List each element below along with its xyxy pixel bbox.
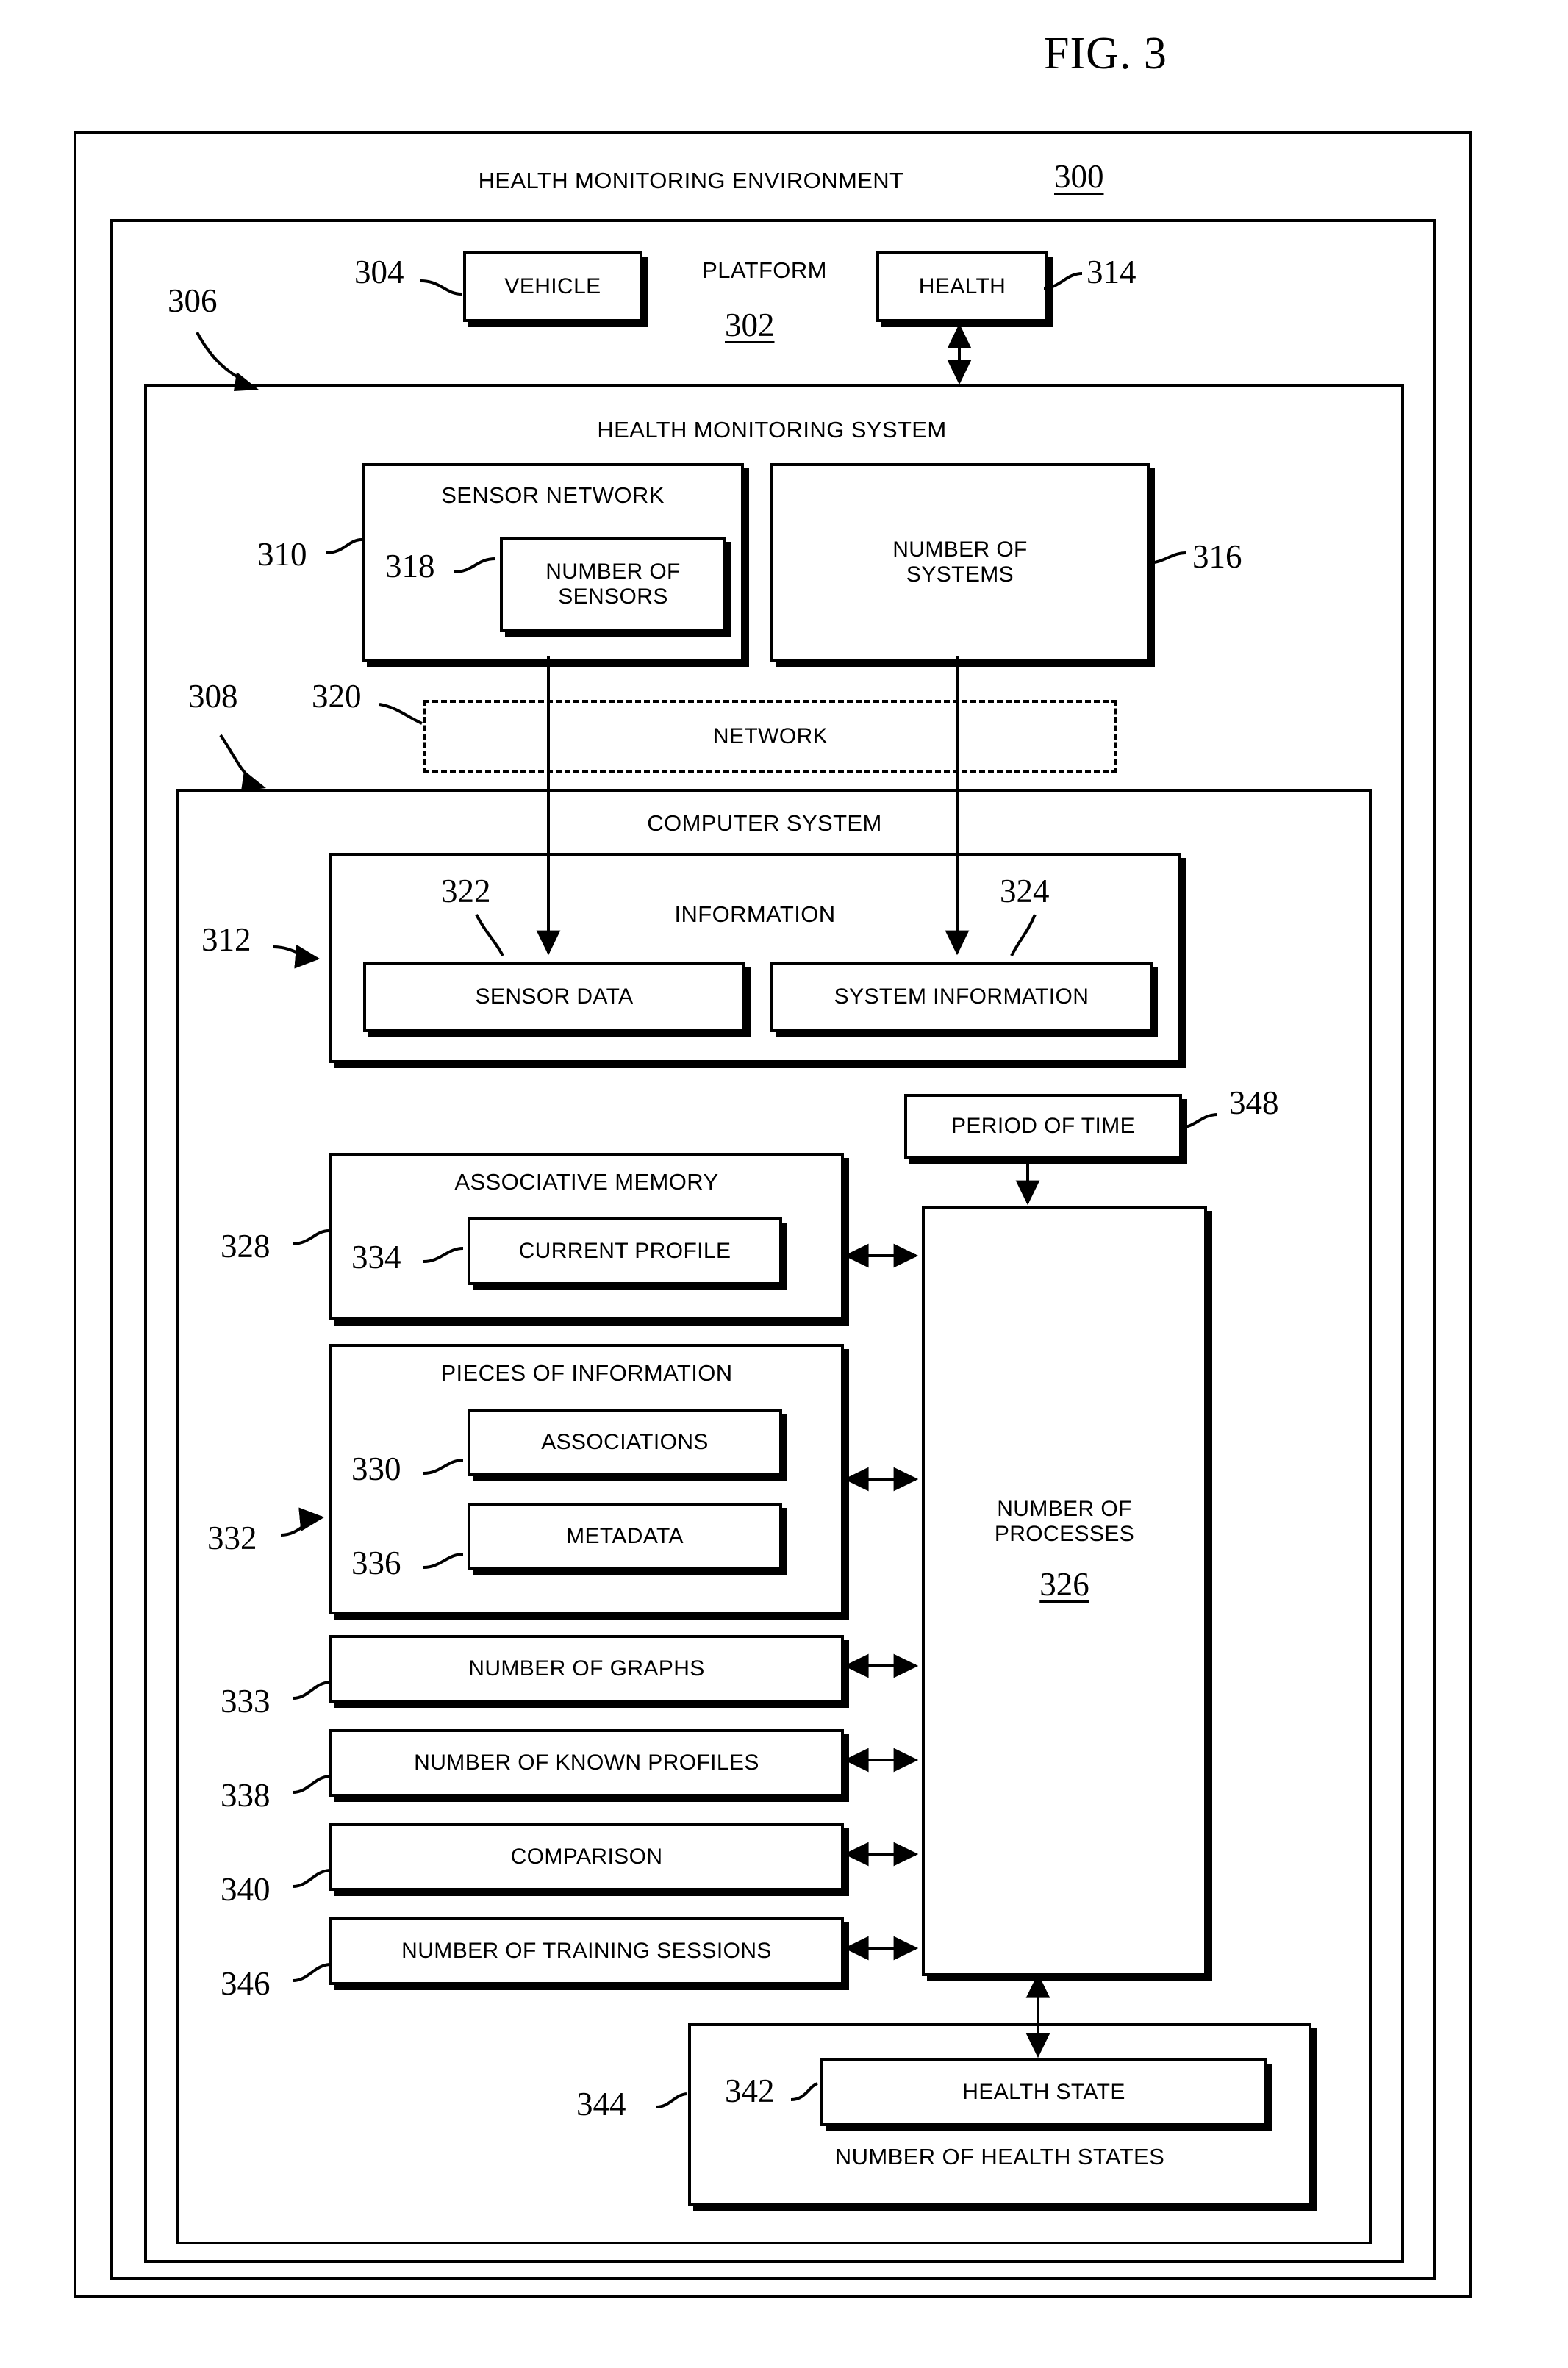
network-ref: 320 <box>312 678 362 715</box>
current-profile-ref: 334 <box>351 1239 401 1276</box>
sensor-data-box[interactable]: SENSOR DATA <box>363 962 745 1032</box>
number-of-systems-label: NUMBER OF SYSTEMS <box>892 537 1028 587</box>
period-of-time-ref: 348 <box>1229 1084 1279 1121</box>
sensor-network-title: SENSOR NETWORK <box>441 482 665 508</box>
comparison-ref: 340 <box>221 1871 271 1908</box>
number-of-systems-box[interactable]: NUMBER OF SYSTEMS <box>770 463 1150 662</box>
number-of-training-sessions-ref: 346 <box>221 1965 271 2002</box>
number-of-known-profiles-box[interactable]: NUMBER OF KNOWN PROFILES <box>329 1729 844 1797</box>
platform-title: PLATFORM <box>702 257 827 283</box>
associations-ref: 330 <box>351 1451 401 1487</box>
health-monitoring-system-title: HEALTH MONITORING SYSTEM <box>597 417 947 443</box>
network-box[interactable]: NETWORK <box>423 700 1117 773</box>
system-information-box[interactable]: SYSTEM INFORMATION <box>770 962 1153 1032</box>
system-information-ref: 324 <box>1000 873 1050 909</box>
figure-title: FIG. 3 <box>1044 28 1167 79</box>
number-of-processes-ref: 326 <box>1039 1566 1089 1603</box>
current-profile-box[interactable]: CURRENT PROFILE <box>468 1217 782 1285</box>
pieces-of-information-title: PIECES OF INFORMATION <box>440 1360 733 1386</box>
number-of-processes-line2: PROCESSES <box>994 1521 1135 1546</box>
environment-title: HEALTH MONITORING ENVIRONMENT <box>478 168 904 193</box>
number-of-training-sessions-box[interactable]: NUMBER OF TRAINING SESSIONS <box>329 1917 844 1985</box>
computer-system-ref: 308 <box>188 678 238 715</box>
health-box[interactable]: HEALTH <box>876 251 1048 322</box>
number-of-sensors-box[interactable]: NUMBER OF SENSORS <box>500 537 726 632</box>
sensor-network-ref: 310 <box>257 536 307 573</box>
associative-memory-box[interactable]: ASSOCIATIVE MEMORY CURRENT PROFILE <box>329 1153 844 1320</box>
platform-ref: 302 <box>725 307 775 343</box>
metadata-ref: 336 <box>351 1545 401 1581</box>
number-of-processes-box[interactable]: NUMBER OF PROCESSES 326 <box>922 1206 1207 1976</box>
vehicle-ref: 304 <box>354 254 404 290</box>
number-of-known-profiles-ref: 338 <box>221 1777 271 1814</box>
metadata-box[interactable]: METADATA <box>468 1503 782 1570</box>
number-of-health-states-ref: 344 <box>576 2086 626 2122</box>
health-monitoring-system-ref: 306 <box>168 282 218 319</box>
comparison-box[interactable]: COMPARISON <box>329 1823 844 1891</box>
health-ref: 314 <box>1086 254 1136 290</box>
associations-box[interactable]: ASSOCIATIONS <box>468 1409 782 1476</box>
information-ref: 312 <box>201 921 251 958</box>
vehicle-box[interactable]: VEHICLE <box>463 251 642 322</box>
pieces-of-information-ref: 332 <box>207 1520 257 1556</box>
health-state-box[interactable]: HEALTH STATE <box>820 2058 1267 2126</box>
number-of-graphs-ref: 333 <box>221 1683 271 1720</box>
number-of-health-states-title: NUMBER OF HEALTH STATES <box>834 2144 1165 2170</box>
environment-ref: 300 <box>1054 158 1104 195</box>
number-of-graphs-box[interactable]: NUMBER OF GRAPHS <box>329 1635 844 1703</box>
health-state-ref: 342 <box>725 2072 775 2109</box>
number-of-systems-ref: 316 <box>1192 538 1242 575</box>
period-of-time-box[interactable]: PERIOD OF TIME <box>904 1094 1182 1159</box>
number-of-processes-line1: NUMBER OF <box>997 1497 1132 1521</box>
associative-memory-ref: 328 <box>221 1228 271 1265</box>
pieces-of-information-box[interactable]: PIECES OF INFORMATION ASSOCIATIONS METAD… <box>329 1344 844 1614</box>
number-of-sensors-ref: 318 <box>385 548 435 584</box>
associative-memory-title: ASSOCIATIVE MEMORY <box>454 1169 719 1195</box>
sensor-data-ref: 322 <box>441 873 491 909</box>
number-of-health-states-box[interactable]: HEALTH STATE NUMBER OF HEALTH STATES <box>688 2023 1311 2206</box>
computer-system-title: COMPUTER SYSTEM <box>647 810 882 836</box>
